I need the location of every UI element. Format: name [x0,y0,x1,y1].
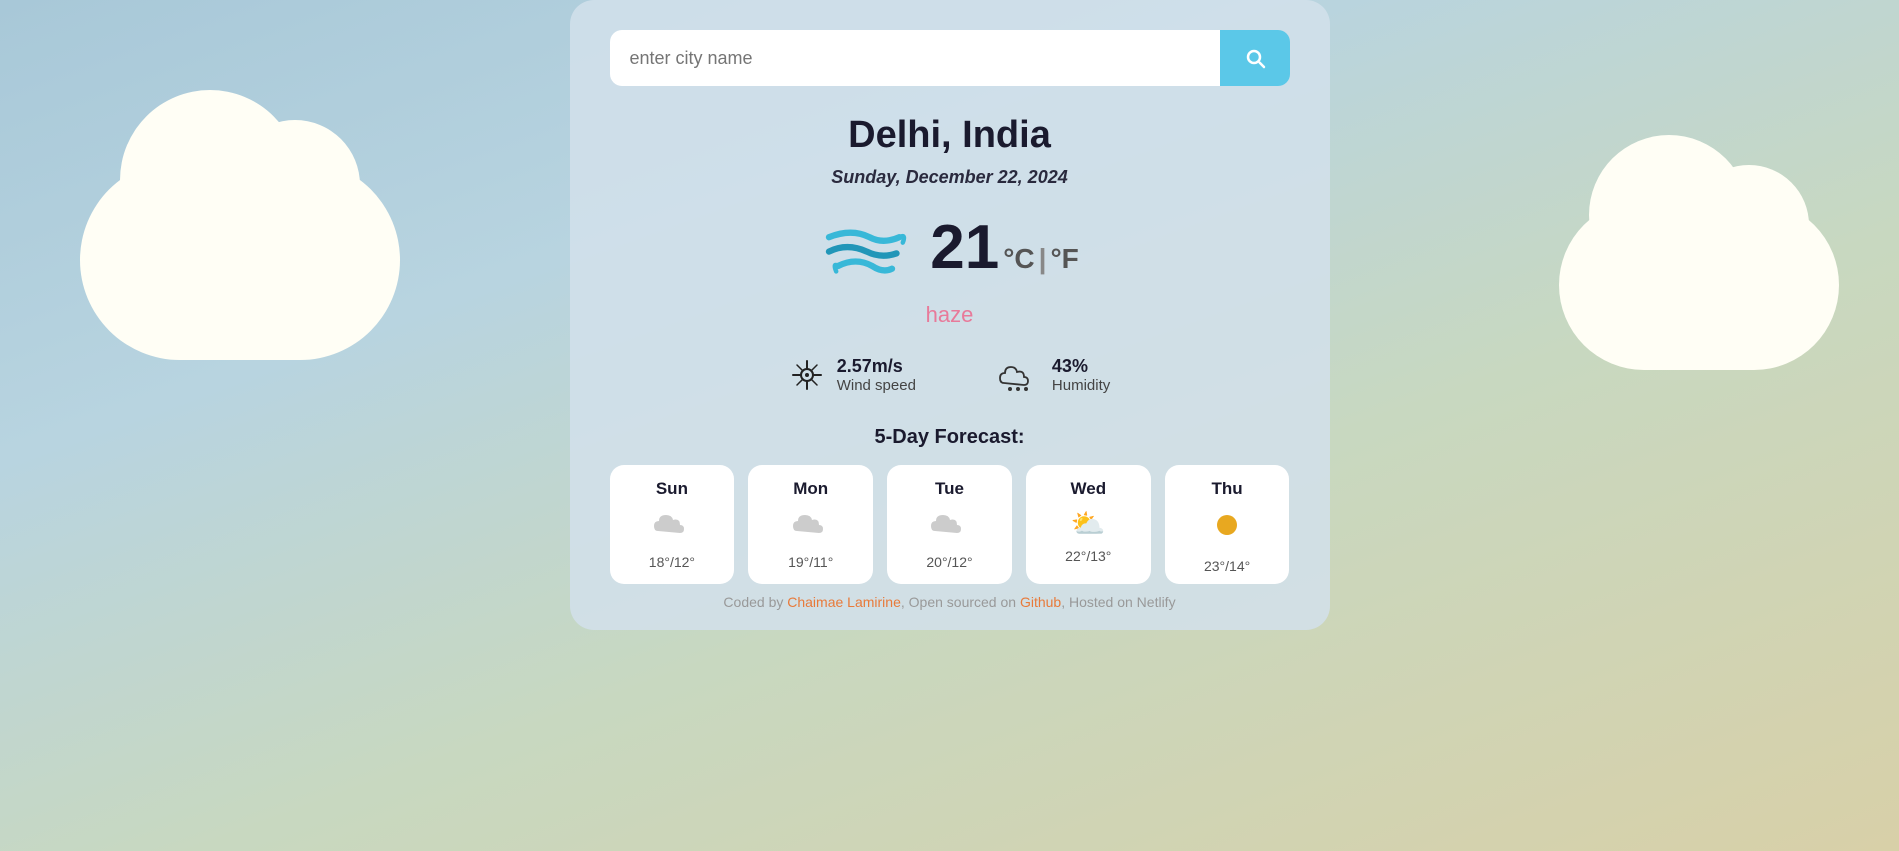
temperature-unit-f[interactable]: °F [1050,243,1078,275]
temperature-unit-c[interactable]: °C [1003,243,1034,275]
weather-card: Delhi, India Sunday, December 22, 2024 2… [570,0,1330,630]
forecast-weather-icon [1209,507,1245,550]
wind-speed-icon [789,357,825,393]
forecast-day-label: Mon [793,479,828,499]
forecast-day-label: Thu [1212,479,1243,499]
forecast-title: 5-Day Forecast: [874,426,1024,449]
forecast-card: Thu 23°/14° [1165,465,1290,584]
humidity-text: 43% Humidity [1052,356,1110,394]
forecast-day-label: Wed [1071,479,1107,499]
weather-main: 21 °C | °F [820,208,1079,288]
forecast-card: Tue 20°/12° [887,465,1012,584]
cloud-left [80,160,400,360]
forecast-temp: 22°/13° [1065,548,1111,564]
wind-speed-stat: 2.57m/s Wind speed [789,356,916,394]
forecast-day-label: Sun [656,479,688,499]
search-button[interactable] [1220,30,1290,86]
forecast-weather-icon [929,507,969,546]
weather-icon [820,208,910,288]
wind-speed-label: Wind speed [837,377,916,394]
forecast-temp: 23°/14° [1204,558,1250,574]
weather-date: Sunday, December 22, 2024 [831,167,1067,188]
forecast-weather-icon: ⛅ [1071,507,1106,540]
forecast-temp: 20°/12° [926,554,972,570]
forecast-day-label: Tue [935,479,964,499]
city-name: Delhi, India [848,114,1051,157]
humidity-icon [996,357,1040,393]
forecast-card: Sun 18°/12° [610,465,735,584]
forecast-row: Sun 18°/12° Mon 19°/11° Tue 20°/12° Wed ⛅ 22°/13… [610,465,1290,584]
search-icon [1243,46,1267,70]
humidity-stat: 43% Humidity [996,356,1110,394]
humidity-label: Humidity [1052,377,1110,394]
footer-github-link[interactable]: Github [1020,594,1061,610]
forecast-card: Wed ⛅ 22°/13° [1026,465,1151,584]
wind-speed-value: 2.57m/s [837,356,916,377]
cloud-right [1559,200,1839,370]
wind-speed-text: 2.57m/s Wind speed [837,356,916,394]
forecast-temp: 19°/11° [788,554,833,570]
forecast-weather-icon [652,507,692,546]
forecast-temp: 18°/12° [649,554,695,570]
weather-description: haze [926,302,974,328]
humidity-value: 43% [1052,356,1110,377]
forecast-card: Mon 19°/11° [748,465,873,584]
temperature-value: 21 [930,217,999,279]
forecast-weather-icon [791,507,831,546]
footer-author-link[interactable]: Chaimae Lamirine [787,594,901,610]
stats-row: 2.57m/s Wind speed 43% Humidity [610,356,1290,394]
temperature-separator: | [1039,243,1047,275]
search-row [610,30,1290,86]
search-input[interactable] [610,30,1220,86]
footer: Coded by Chaimae Lamirine, Open sourced … [723,594,1175,610]
temperature-display: 21 °C | °F [930,217,1079,279]
